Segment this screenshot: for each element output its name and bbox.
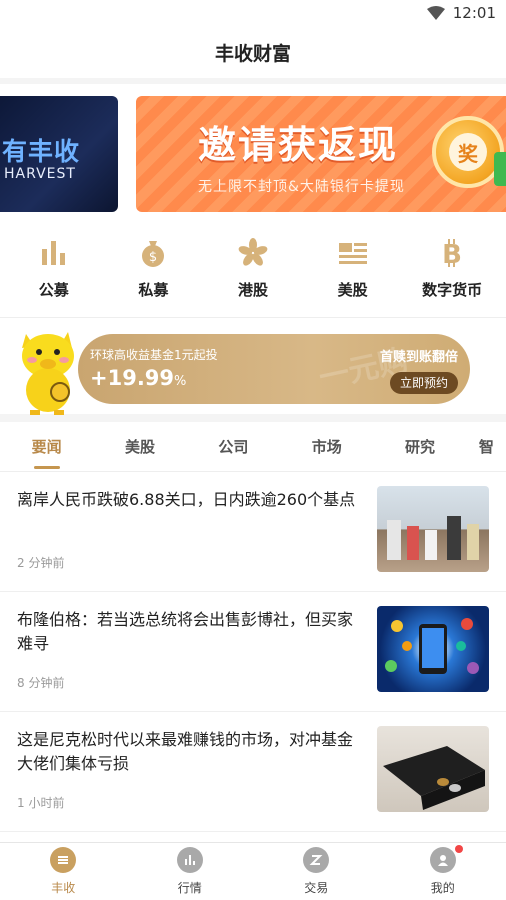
news-time: 1 小时前 xyxy=(17,796,65,810)
news-time: 2 分钟前 xyxy=(17,556,65,570)
wifi-icon xyxy=(426,6,445,20)
news-title: 布隆伯格：若当选总统将会出售彭博社，但买家难寻 xyxy=(17,610,354,653)
category-label: 公募 xyxy=(38,281,69,299)
fund-promo-card[interactable]: 一元购 环球高收益基金1元起投 +19.99% 首赎到账翻倍 立即预约 xyxy=(78,334,470,404)
category-us-stocks[interactable]: 美股 xyxy=(308,237,398,300)
status-bar: 12:01 xyxy=(0,0,506,26)
news-list: 离岸人民币跌破6.88关口，日内跌逾260个基点 2 分钟前 布隆伯格：若当选总… xyxy=(0,472,506,832)
app-header: 丰收财富 xyxy=(0,26,506,84)
category-private-fund[interactable]: $ 私募 xyxy=(108,237,198,300)
news-title: 离岸人民币跌破6.88关口，日内跌逾260个基点 xyxy=(17,490,356,509)
tab-headlines[interactable]: 要闻 xyxy=(0,436,93,457)
news-thumbnail xyxy=(377,486,489,572)
news-thumbnail xyxy=(377,726,489,812)
nav-market[interactable]: 行情 xyxy=(135,847,245,896)
category-nav: 公募 $ 私募 港股 美股 B 数字货币 xyxy=(0,220,506,318)
promo-return-rate: +19.99% xyxy=(90,366,187,390)
banner-slide-harvest[interactable]: 有丰收 HARVEST xyxy=(0,96,118,212)
svg-text:B: B xyxy=(442,240,462,269)
profile-icon xyxy=(429,847,456,873)
news-time: 8 分钟前 xyxy=(17,676,65,690)
gift-tag-icon xyxy=(494,152,506,186)
bar-chart-icon xyxy=(41,241,65,265)
nav-label: 行情 xyxy=(177,881,202,895)
harvest-coin-icon xyxy=(50,847,77,873)
news-thumbnail xyxy=(377,606,489,692)
promo-headline: 首赎到账翻倍 xyxy=(379,350,458,365)
banner-invite-subtitle: 无上限不封顶&大陆银行卡提现 xyxy=(198,179,405,195)
trade-icon xyxy=(303,847,330,873)
bitcoin-icon: B xyxy=(442,239,462,269)
money-bag-icon: $ xyxy=(142,241,165,267)
app-screen: 12:01 丰收财富 有丰收 HARVEST 邀请获返现 无上限不封顶&大陆银行… xyxy=(0,0,506,900)
nav-harvest[interactable]: 丰收 xyxy=(8,847,118,896)
tab-more[interactable]: 智 xyxy=(467,436,506,457)
category-crypto[interactable]: B 数字货币 xyxy=(407,237,497,300)
status-time: 12:01 xyxy=(452,4,496,22)
fund-promo: 一元购 环球高收益基金1元起投 +19.99% 首赎到账翻倍 立即预约 xyxy=(0,318,506,422)
category-label: 美股 xyxy=(337,281,368,299)
category-label: 港股 xyxy=(237,281,268,299)
tab-us-stocks[interactable]: 美股 xyxy=(93,436,186,457)
notification-dot xyxy=(454,845,463,853)
banner-invite-title: 邀请获返现 xyxy=(198,123,399,167)
tab-market[interactable]: 市场 xyxy=(280,436,373,457)
promo-description: 环球高收益基金1元起投 xyxy=(90,348,218,362)
news-item[interactable]: 这是尼克松时代以来最难赚钱的市场，对冲基金大佬们集体亏损 1 小时前 xyxy=(0,712,506,832)
nav-profile[interactable]: 我的 xyxy=(388,845,498,896)
news-item[interactable]: 布隆伯格：若当选总统将会出售彭博社，但买家难寻 8 分钟前 xyxy=(0,592,506,712)
category-hk-stocks[interactable]: 港股 xyxy=(208,237,298,300)
category-label: 数字货币 xyxy=(422,281,483,299)
banner-slide-invite[interactable]: 邀请获返现 无上限不封顶&大陆银行卡提现 奖 xyxy=(136,96,506,212)
bottom-nav: 丰收 行情 交易 我的 xyxy=(0,842,506,900)
pig-mascot-icon xyxy=(22,332,74,415)
reserve-button[interactable]: 立即预约 xyxy=(389,372,458,394)
market-chart-icon xyxy=(176,847,203,873)
active-tab-indicator xyxy=(34,466,60,469)
us-flag-icon xyxy=(338,243,367,264)
banner-harvest-cn: 有丰收 xyxy=(2,137,81,166)
news-tabs: 要闻 美股 公司 市场 研究 智 xyxy=(0,422,506,472)
reward-coin-label: 奖 xyxy=(449,133,487,171)
nav-trade[interactable]: 交易 xyxy=(261,847,371,896)
svg-text:$: $ xyxy=(149,250,157,265)
nav-label: 丰收 xyxy=(51,881,76,895)
category-public-fund[interactable]: 公募 xyxy=(9,237,99,300)
banner-carousel[interactable]: 有丰收 HARVEST 邀请获返现 无上限不封顶&大陆银行卡提现 奖 xyxy=(0,84,506,220)
page-title: 丰收财富 xyxy=(214,42,291,65)
tab-research[interactable]: 研究 xyxy=(373,436,466,457)
banner-harvest-en: HARVEST xyxy=(4,166,76,182)
category-label: 私募 xyxy=(138,281,169,299)
news-item[interactable]: 离岸人民币跌破6.88关口，日内跌逾260个基点 2 分钟前 xyxy=(0,472,506,592)
news-title: 这是尼克松时代以来最难赚钱的市场，对冲基金大佬们集体亏损 xyxy=(17,730,354,773)
tab-company[interactable]: 公司 xyxy=(187,436,280,457)
nav-label: 交易 xyxy=(304,881,329,895)
nav-label: 我的 xyxy=(430,881,455,895)
bauhinia-flower-icon xyxy=(238,238,268,266)
